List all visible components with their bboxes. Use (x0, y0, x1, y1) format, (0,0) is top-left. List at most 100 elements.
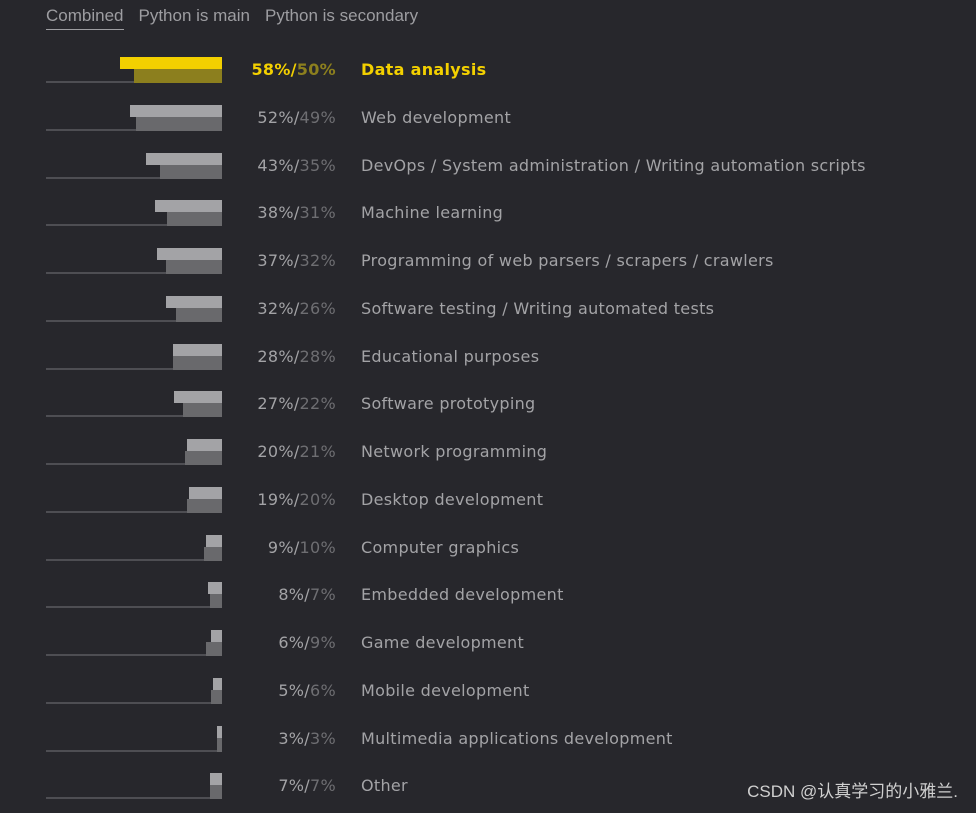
bar-python-secondary (165, 260, 222, 274)
value-python-main: 58%/ (251, 60, 297, 79)
percent-label: 37%/32% (257, 251, 336, 270)
bar-group (46, 295, 222, 322)
bar-python-main (155, 200, 222, 213)
category-label: Software prototyping (361, 394, 536, 414)
category-label: Embedded development (361, 585, 564, 605)
value-python-secondary: 22% (299, 394, 336, 414)
percent-label: 32%/26% (257, 299, 336, 318)
category-label: Game development (361, 633, 525, 652)
category-label: Computer graphics (361, 537, 520, 557)
chart-row: 38%/31% Machine learning (0, 200, 976, 240)
value-python-main: 19%/ (257, 489, 300, 509)
chart-row: 32%/26% Software testing / Writing automa… (0, 295, 976, 336)
category-label: DevOps / System administration / Writing… (361, 155, 866, 175)
bar-group (46, 677, 222, 704)
bar-python-secondary (176, 307, 222, 322)
bar-python-main (172, 343, 222, 356)
value-python-main: 38%/ (257, 203, 300, 223)
percent-label: 58%/50% (251, 60, 336, 79)
category-label: Network programming (361, 442, 548, 461)
percent-label: 19%/20% (257, 490, 336, 509)
chart-row: 27%/22% Software prototyping (0, 391, 976, 431)
chart-row: 43%/35% DevOps / System administration / … (0, 152, 976, 193)
bar-python-secondary (135, 116, 222, 131)
category-label: Educational purposes (361, 346, 540, 366)
bar-python-secondary (186, 498, 222, 513)
value-python-main: 27%/ (257, 394, 300, 414)
percent-label: 38%/31% (257, 203, 336, 222)
bar-python-main (216, 725, 222, 738)
bar-python-secondary (167, 212, 222, 227)
value-python-secondary: 28% (299, 346, 336, 366)
category-label: Machine learning (361, 203, 504, 223)
bar-baseline (46, 654, 222, 656)
tab-python-is-main[interactable]: Python is main (139, 6, 251, 30)
chart-row: 6%/9% Game development (0, 630, 976, 670)
value-python-secondary: 10% (299, 537, 336, 557)
percent-label: 6%/9% (278, 633, 336, 652)
bar-python-secondary (209, 594, 222, 609)
percent-label: 3%/3% (278, 729, 336, 748)
percent-label: 5%/6% (278, 681, 336, 700)
bar-python-main (186, 439, 222, 451)
bar-python-main (207, 582, 222, 595)
bar-python-main (174, 391, 222, 404)
bar-group (46, 343, 222, 370)
bar-group (46, 391, 222, 418)
bar-python-secondary (204, 546, 222, 561)
bar-python-main (209, 773, 222, 786)
percent-label: 52%/49% (257, 108, 336, 127)
percent-label: 27%/22% (257, 394, 336, 413)
value-python-secondary: 7% (310, 585, 336, 605)
value-python-main: 3%/ (278, 728, 311, 748)
value-python-main: 8%/ (278, 585, 311, 605)
bar-python-main (165, 295, 222, 308)
category-label: Web development (361, 107, 512, 127)
value-python-main: 5%/ (278, 680, 311, 700)
category-label: Programming of web parsers / scrapers / … (361, 251, 774, 270)
bar-baseline (46, 606, 222, 609)
bar-python-secondary (216, 737, 222, 752)
category-label: Data analysis (361, 60, 487, 79)
bar-python-main (119, 57, 222, 69)
bar-group (46, 486, 222, 513)
value-python-main: 20%/ (257, 442, 300, 461)
value-python-main: 9%/ (267, 537, 300, 557)
category-label: Software testing / Writing automated tes… (361, 298, 715, 318)
chart-row: 52%/49% Web development (0, 104, 976, 145)
bar-python-secondary (134, 69, 222, 83)
value-python-secondary: 7% (310, 776, 336, 796)
percent-label: 28%/28% (257, 347, 336, 366)
bar-group (46, 57, 222, 83)
bar-baseline (46, 749, 222, 752)
bar-python-secondary (160, 164, 222, 179)
bar-python-secondary (211, 689, 222, 704)
bar-group (46, 248, 222, 274)
percent-label: 20%/21% (257, 442, 336, 461)
value-python-secondary: 3% (310, 728, 336, 748)
chart-row: 19%/20% Desktop development (0, 486, 976, 527)
value-python-secondary: 21% (299, 442, 336, 461)
percent-label: 8%/7% (278, 585, 336, 604)
watermark: CSDN @认真学习的小雅兰. (747, 782, 958, 801)
bar-python-secondary (185, 451, 222, 465)
bar-python-main (211, 630, 222, 642)
bar-group (46, 773, 222, 800)
value-python-secondary: 9% (310, 633, 336, 652)
bar-python-main (213, 677, 222, 690)
value-python-main: 28%/ (257, 346, 300, 366)
chart-row: 37%/32% Programming of web parsers / scra… (0, 248, 976, 288)
percent-label: 9%/10% (268, 538, 336, 557)
bar-python-main (146, 152, 222, 165)
tab-combined[interactable]: Combined (46, 6, 124, 30)
category-label: Multimedia applications development (361, 728, 673, 748)
bar-python-secondary (206, 642, 222, 656)
chart-row: 20%/21% Network programming (0, 439, 976, 479)
value-python-secondary: 50% (296, 60, 336, 79)
chart-row: 58%/50% Data analysis (0, 57, 976, 97)
value-python-secondary: 35% (299, 155, 336, 175)
bar-python-main (130, 104, 222, 117)
bar-baseline (46, 701, 222, 704)
percent-label: 43%/35% (257, 156, 336, 175)
tab-python-is-secondary[interactable]: Python is secondary (265, 6, 418, 30)
